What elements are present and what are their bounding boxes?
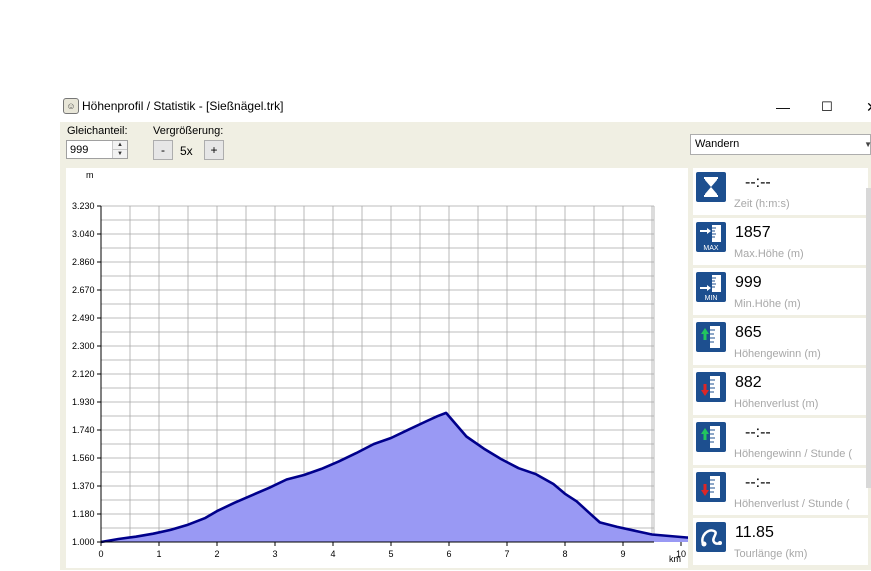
stat-caption: Höhengewinn / Stunde (	[734, 448, 853, 460]
stepper-up-icon[interactable]: ▲	[113, 141, 127, 150]
dc-stepper[interactable]: ▲ ▼	[66, 140, 128, 159]
stat-loss-per-hour: --:-- Höhenverlust / Stunde (	[693, 468, 868, 515]
x-tick-label: 4	[330, 549, 335, 559]
activity-select[interactable]: Wandern ▼	[690, 134, 871, 155]
y-tick-label: 1.370	[72, 481, 95, 491]
zoom-value: 5x	[180, 144, 193, 158]
min-icon-text: MIN	[705, 295, 718, 302]
activity-select-value: Wandern	[695, 138, 740, 150]
statistics-list: --:-- Zeit (h:m:s) MAX 1857 Max.Höhe (m)…	[693, 168, 871, 570]
x-tick-label: 7	[504, 549, 509, 559]
stat-value: 11.85	[735, 524, 774, 541]
elevation-chart-panel: 3.230 3.040 2.860 2.670 2.490 2.300 2.120 1.930…	[66, 168, 769, 568]
y-tick-label: 2.300	[72, 341, 95, 351]
stat-caption: Höhengewinn (m)	[734, 348, 821, 360]
y-axis-label: m	[86, 170, 94, 180]
x-tick-label: 8	[562, 549, 567, 559]
dc-input[interactable]	[67, 141, 116, 158]
y-tick-label: 1.000	[72, 537, 95, 547]
stat-caption: Höhenverlust (m)	[734, 398, 819, 410]
y-tick-label: 3.230	[72, 201, 95, 211]
elevation-profile-window: ☺ Höhenprofil / Statistik - [Sießnägel.t…	[60, 92, 871, 570]
zoom-out-button[interactable]: -	[153, 140, 173, 160]
stepper-down-icon[interactable]: ▼	[113, 150, 127, 158]
stat-time: --:-- Zeit (h:m:s)	[693, 168, 868, 215]
vertical-scrollbar[interactable]	[866, 188, 871, 488]
x-tick-label: 0	[98, 549, 103, 559]
y-tick-label: 2.670	[72, 285, 95, 295]
stat-caption: Höhenverlust / Stunde (	[734, 498, 850, 510]
elevation-loss-icon	[696, 372, 726, 402]
minimize-button[interactable]: —	[763, 94, 803, 120]
stat-caption: Tourlänge (km)	[734, 548, 808, 560]
x-axis-label: km	[669, 554, 681, 564]
x-tick-label: 9	[620, 549, 625, 559]
chevron-down-icon[interactable]: ▼	[864, 135, 871, 154]
stat-value: 1857	[735, 224, 771, 241]
title-bar: ☺ Höhenprofil / Statistik - [Sießnägel.t…	[60, 92, 871, 122]
stat-value: 999	[735, 274, 762, 291]
y-tick-label: 1.180	[72, 509, 95, 519]
x-tick-label: 2	[214, 549, 219, 559]
elevation-gain-icon	[696, 322, 726, 352]
stat-gain-per-hour: --:-- Höhengewinn / Stunde (	[693, 418, 868, 465]
stat-value: --:--	[745, 474, 771, 491]
min-height-icon: MIN	[696, 272, 726, 302]
y-tick-label: 3.040	[72, 229, 95, 239]
y-tick-label: 1.930	[72, 397, 95, 407]
x-tick-label: 5	[388, 549, 393, 559]
elevation-chart: 3.230 3.040 2.860 2.670 2.490 2.300 2.120 1.930…	[72, 170, 769, 564]
y-tick-label: 2.860	[72, 257, 95, 267]
gain-per-hour-icon	[696, 422, 726, 452]
maximize-button[interactable]: ☐	[807, 94, 847, 120]
stat-max-height: MAX 1857 Max.Höhe (m)	[693, 218, 868, 265]
y-tick-label: 1.740	[72, 425, 95, 435]
stat-value: 865	[735, 324, 762, 341]
loss-per-hour-icon	[696, 472, 726, 502]
stat-elevation-loss: 882 Höhenverlust (m)	[693, 368, 868, 415]
x-tick-label: 6	[446, 549, 451, 559]
max-height-icon: MAX	[696, 222, 726, 252]
dc-stepper-arrows[interactable]: ▲ ▼	[112, 141, 127, 158]
x-tick-label: 1	[156, 549, 161, 559]
stat-caption: Zeit (h:m:s)	[734, 198, 790, 210]
hourglass-icon	[696, 172, 726, 202]
dc-label: Gleichanteil:	[67, 125, 128, 137]
zoom-label: Vergrößerung:	[153, 125, 224, 137]
y-tick-label: 2.490	[72, 313, 95, 323]
stat-min-height: MIN 999 Min.Höhe (m)	[693, 268, 868, 315]
route-length-icon	[696, 522, 726, 552]
stat-value: --:--	[745, 174, 771, 191]
stat-value: 882	[735, 374, 762, 391]
zoom-in-button[interactable]: +	[204, 140, 224, 160]
max-icon-text: MAX	[703, 245, 719, 252]
stat-elevation-gain: 865 Höhengewinn (m)	[693, 318, 868, 365]
y-tick-label: 1.560	[72, 453, 95, 463]
app-icon: ☺	[63, 98, 79, 114]
x-tick-label: 3	[272, 549, 277, 559]
window-client: Gleichanteil: ▲ ▼ Vergrößerung: - 5x + 3…	[60, 122, 871, 570]
stat-route-length: 11.85 Tourlänge (km)	[693, 518, 868, 565]
y-tick-label: 2.120	[72, 369, 95, 379]
stat-caption: Min.Höhe (m)	[734, 298, 801, 310]
window-title: Höhenprofil / Statistik - [Sießnägel.trk…	[82, 99, 284, 113]
stat-value: --:--	[745, 424, 771, 441]
stat-caption: Max.Höhe (m)	[734, 248, 804, 260]
close-button[interactable]: ✕	[850, 94, 871, 120]
